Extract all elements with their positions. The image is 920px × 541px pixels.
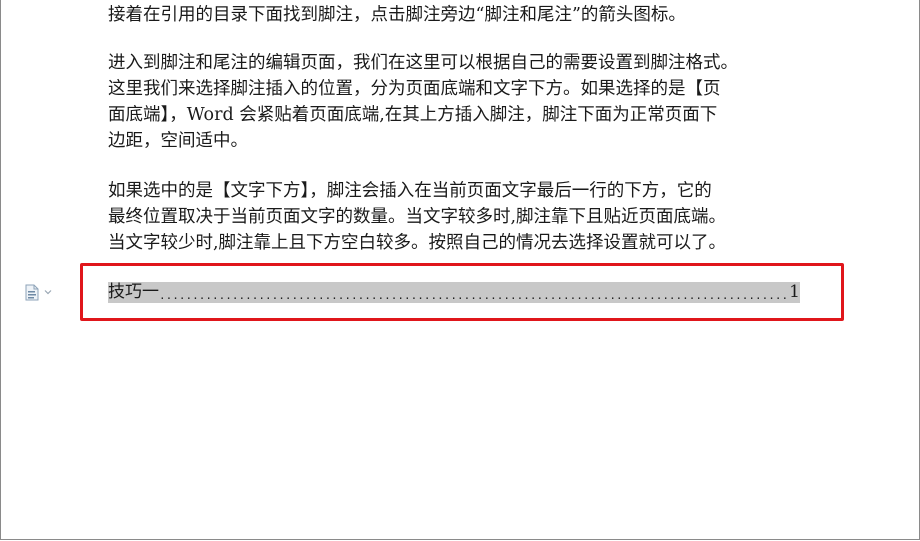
toc-field-icon[interactable] (24, 284, 40, 301)
toc-entry-title: 技巧一 (108, 282, 159, 302)
paragraph-3: 如果选中的是【文字下方】，脚注会插入在当前页面文字最后一行的下方，它的 最终位置… (108, 178, 726, 256)
toc-field-control[interactable] (24, 283, 58, 301)
toc-page-number: 1 (789, 282, 800, 302)
paragraph-line: 当文字较少时,脚注靠上且下方空白较多。按照自己的情况去选择设置就可以了。 (108, 233, 727, 253)
paragraph-line: 面底端】，Word 会紧贴着页面底端,在其上方插入脚注，脚注下面为正常页面下 (108, 105, 718, 125)
chevron-down-icon[interactable] (44, 289, 52, 295)
toc-entry[interactable]: 技巧一 ....................................… (108, 282, 800, 303)
paragraph-line: 接着在引用的目录下面找到脚注，点击脚注旁边“脚注和尾注”的箭头图标。 (108, 5, 686, 25)
paragraph-line: 最终位置取决于当前页面文字的数量。当文字较多时,脚注靠下且贴近页面底端。 (108, 207, 727, 227)
paragraph-line: 进入到脚注和尾注的编辑页面，我们在这里可以根据自己的需要设置到脚注格式。 (108, 53, 738, 73)
paragraph-line: 边距，空间适中。 (108, 131, 248, 151)
paragraph-line: 这里我们来选择脚注插入的位置，分为页面底端和文字下方。如果选择的是【页 (108, 79, 721, 99)
paragraph-line: 如果选中的是【文字下方】，脚注会插入在当前页面文字最后一行的下方，它的 (108, 181, 712, 201)
paragraph-1: 接着在引用的目录下面找到脚注，点击脚注旁边“脚注和尾注”的箭头图标。 (108, 2, 686, 28)
paragraph-2: 进入到脚注和尾注的编辑页面，我们在这里可以根据自己的需要设置到脚注格式。 这里我… (108, 50, 738, 154)
toc-dot-leader: ........................................… (159, 289, 788, 302)
